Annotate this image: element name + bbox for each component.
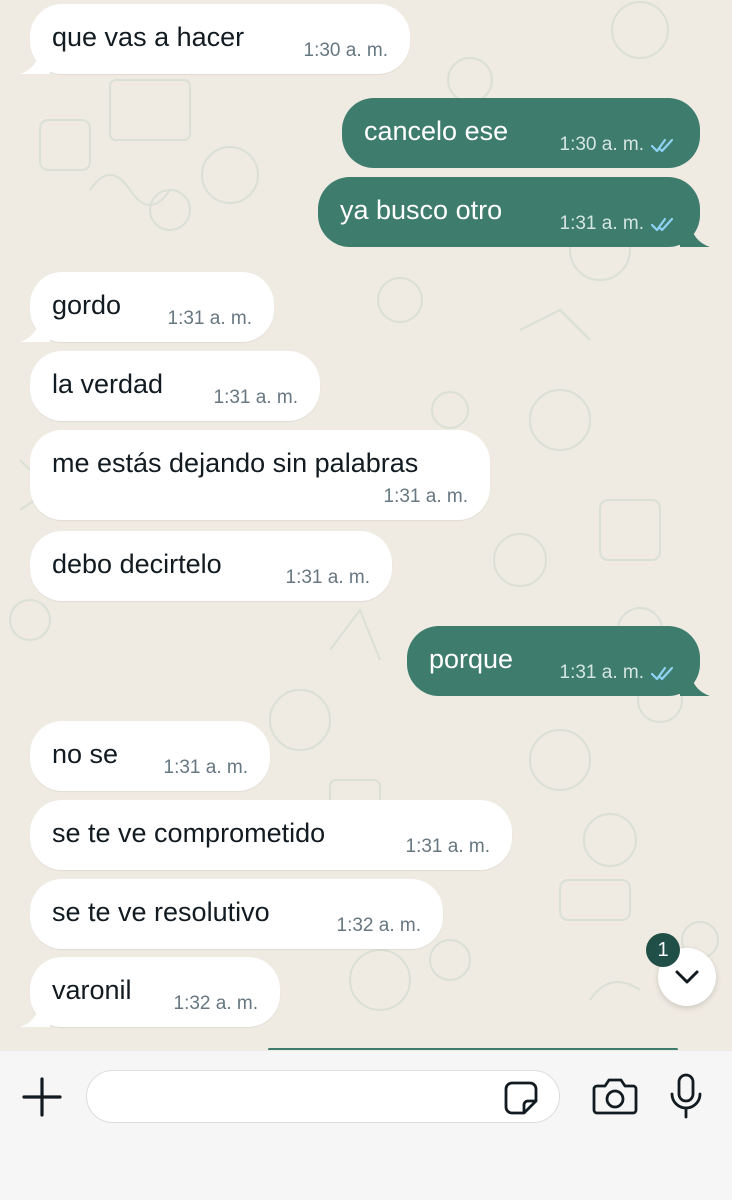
plus-icon[interactable]	[18, 1073, 66, 1121]
bubble-tail	[20, 316, 50, 342]
incoming-message-bubble[interactable]: que vas a hacer 1:30 a. m.	[20, 4, 410, 74]
next-message-peek	[268, 1048, 678, 1050]
read-receipt-icon	[650, 666, 674, 681]
bubble-tail	[20, 48, 50, 74]
message-time: 1:30 a. m.	[303, 40, 389, 61]
incoming-message-bubble[interactable]: no se 1:31 a. m.	[30, 721, 270, 791]
message-text: porque	[429, 644, 514, 674]
read-receipt-icon	[650, 138, 674, 153]
message-meta: 1:31 a. m.	[286, 567, 371, 589]
message-text: me estás dejando sin palabras	[52, 448, 419, 478]
message-text: varonil	[52, 975, 132, 1005]
message-meta: 1:32 a. m.	[337, 915, 422, 937]
bubble-tail	[20, 1001, 50, 1027]
incoming-message-bubble[interactable]: me estás dejando sin palabras 1:31 a. m.	[30, 430, 490, 520]
message-text: que vas a hacer	[52, 22, 245, 52]
outgoing-message-bubble[interactable]: porque 1:31 a. m.	[407, 626, 710, 696]
message-time: 1:31 a. m.	[383, 486, 469, 507]
message-time: 1:32 a. m.	[173, 993, 259, 1014]
message-meta: 1:31 a. m.	[168, 308, 253, 330]
message-meta: 1:30 a. m.	[560, 134, 679, 156]
incoming-message-bubble[interactable]: se te ve resolutivo 1:32 a. m.	[30, 879, 443, 949]
read-receipt-icon	[650, 217, 674, 232]
outgoing-message-bubble[interactable]: cancelo ese 1:30 a. m.	[342, 98, 700, 168]
sticker-icon[interactable]	[503, 1080, 539, 1116]
message-text-field[interactable]	[86, 1070, 560, 1123]
message-time: 1:31 a. m.	[167, 308, 253, 329]
message-text: la verdad	[52, 369, 164, 399]
outgoing-message-bubble[interactable]: ya busco otro 1:31 a. m.	[318, 177, 710, 247]
microphone-icon[interactable]	[668, 1072, 704, 1120]
message-text: no se	[52, 739, 119, 769]
message-meta: 1:32 a. m.	[174, 993, 259, 1015]
message-meta: 1:31 a. m.	[560, 662, 679, 684]
message-text: cancelo ese	[364, 116, 509, 146]
message-time: 1:31 a. m.	[405, 836, 491, 857]
incoming-message-bubble[interactable]: gordo 1:31 a. m.	[20, 272, 274, 342]
chat-area: que vas a hacer 1:30 a. m. cancelo ese 1:30…	[0, 0, 732, 1050]
message-meta: 1:31 a. m.	[164, 757, 249, 779]
bubble-tail	[680, 221, 710, 247]
incoming-message-bubble[interactable]: la verdad 1:31 a. m.	[30, 351, 320, 421]
message-meta: 1:30 a. m.	[304, 40, 389, 62]
message-time: 1:31 a. m.	[285, 567, 371, 588]
chevron-down-icon	[675, 970, 699, 984]
message-time: 1:31 a. m.	[213, 387, 299, 408]
message-meta: 1:31 a. m.	[560, 213, 679, 235]
unread-count-badge: 1	[646, 933, 680, 967]
message-meta: 1:31 a. m.	[384, 486, 469, 508]
message-time: 1:32 a. m.	[336, 915, 422, 936]
message-text: gordo	[52, 290, 122, 320]
message-time: 1:31 a. m.	[163, 757, 249, 778]
incoming-message-bubble[interactable]: varonil 1:32 a. m.	[20, 957, 280, 1027]
incoming-message-bubble[interactable]: debo decirtelo 1:31 a. m.	[30, 531, 392, 601]
message-text: se te ve resolutivo	[52, 897, 270, 927]
camera-icon[interactable]	[591, 1074, 639, 1118]
incoming-message-bubble[interactable]: se te ve comprometido 1:31 a. m.	[30, 800, 512, 870]
message-meta: 1:31 a. m.	[214, 387, 299, 409]
message-time: 1:31 a. m.	[559, 213, 645, 234]
message-text: debo decirtelo	[52, 549, 222, 579]
bubble-tail	[680, 670, 710, 696]
message-text: ya busco otro	[340, 195, 503, 225]
message-text: se te ve comprometido	[52, 818, 326, 848]
message-time: 1:31 a. m.	[559, 662, 645, 683]
message-meta: 1:31 a. m.	[406, 836, 491, 858]
message-time: 1:30 a. m.	[559, 134, 645, 155]
